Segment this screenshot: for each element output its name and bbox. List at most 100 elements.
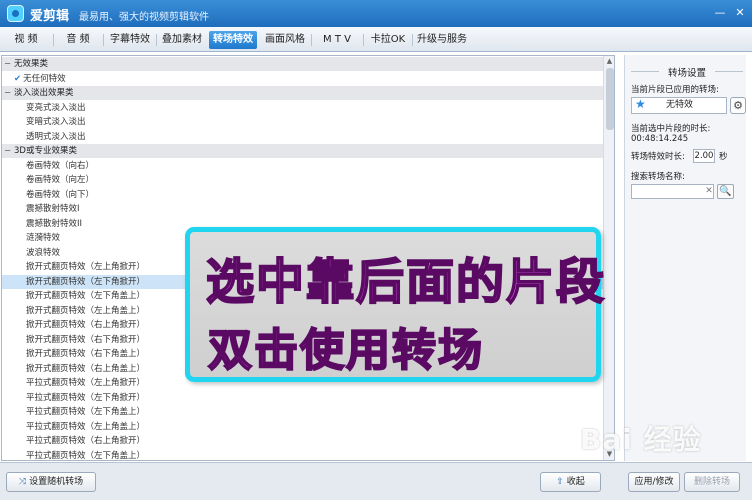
list-item[interactable]: 平拉式翻页特效（左上角盖上） — [2, 420, 604, 434]
list-item-label: 卷画特效（向右） — [26, 160, 95, 171]
scroll-thumb[interactable] — [606, 68, 614, 130]
applied-transition-value: 无特效 — [666, 100, 694, 110]
list-item[interactable]: 透明式淡入淡出 — [2, 130, 604, 144]
list-item-label: 掀开式翻页特效（左下角掀开） — [26, 276, 146, 287]
minimize-icon[interactable]: — — [712, 5, 728, 20]
search-label: 搜索转场名称: — [631, 172, 685, 182]
effect-duration-input[interactable]: 2.00 — [693, 149, 715, 163]
tab-overlay-material[interactable]: 叠加素材 — [158, 31, 206, 49]
tab-upgrade-service[interactable]: 升级与服务 — [414, 31, 470, 49]
tab-bar: 视 频 音 频 字幕特效 叠加素材 转场特效 画面风格 M T V 卡拉OK 升… — [0, 27, 752, 52]
list-item[interactable]: 卷画特效（向下） — [2, 188, 604, 202]
list-item[interactable]: 卷画特效（向左） — [2, 173, 604, 187]
list-item[interactable]: 平拉式翻页特效（左下角盖上） — [2, 405, 604, 419]
list-item[interactable]: 变亮式淡入淡出 — [2, 101, 604, 115]
collapse-button[interactable]: ⇧ 收起 — [540, 472, 601, 492]
list-group-header[interactable]: − 淡入淡出效果类 — [2, 86, 604, 100]
random-transition-label: 设置随机转场 — [29, 477, 84, 487]
list-item[interactable]: 变暗式淡入淡出 — [2, 115, 604, 129]
list-item-label: 震撼散射特效I — [26, 204, 80, 214]
list-item-label: 平拉式翻页特效（左下角掀开） — [26, 392, 146, 403]
clear-icon[interactable]: ✕ — [704, 184, 714, 199]
list-item-label: 波浪特效 — [26, 247, 61, 258]
effect-duration-label: 转场特效时长: — [631, 152, 685, 162]
list-item[interactable]: 平拉式翻页特效（左下角掀开） — [2, 391, 604, 405]
instruction-callout: 选中靠后面的片段 双击使用转场 — [185, 227, 605, 382]
star-icon: ★ — [635, 97, 646, 111]
search-icon[interactable]: 🔍 — [717, 184, 734, 199]
tab-separator — [53, 34, 54, 46]
check-icon: ✔ — [14, 73, 22, 84]
app-subtitle: 最易用、强大的视频剪辑软件 — [79, 12, 209, 23]
list-item[interactable]: 卷画特效（向右） — [2, 159, 604, 173]
delete-transition-button[interactable]: 删除转场 — [684, 472, 740, 492]
arrow-up-icon: ⇧ — [556, 477, 564, 487]
gear-icon[interactable]: ⚙ — [730, 97, 746, 114]
collapse-toggle-icon[interactable]: − — [4, 57, 14, 71]
list-item-label: 卷画特效（向下） — [26, 189, 95, 200]
tab-separator — [363, 34, 364, 46]
title-bar: 爱剪辑 最易用、强大的视频剪辑软件 — ✕ — [0, 0, 752, 27]
list-item-label: 掀开式翻页特效（左上角掀开） — [26, 262, 146, 272]
shuffle-icon: ⤨ — [18, 477, 27, 487]
tab-separator — [311, 34, 312, 46]
list-item-label: 掀开式翻页特效（右上角盖上） — [26, 363, 146, 374]
list-group-header[interactable]: −3D或专业效果类 — [2, 144, 604, 158]
list-item-label: 平拉式翻页特效（左下角盖上） — [26, 450, 146, 461]
clip-duration-label: 当前选中片段的时长: — [631, 124, 711, 134]
collapse-toggle-icon[interactable]: − — [4, 86, 14, 100]
collapse-label: 收起 — [566, 477, 585, 487]
list-item-label: 掀开式翻页特效（右下角盖上） — [26, 349, 146, 359]
list-item-label: 掀开式翻页特效（右下角掀开） — [26, 334, 146, 345]
tab-picture-style[interactable]: 画面风格 — [261, 31, 309, 49]
list-item-label: 无效果类 — [14, 59, 49, 69]
applied-label: 当前片段已应用的转场: — [631, 85, 719, 95]
list-item[interactable]: 震撼散射特效I — [2, 202, 604, 216]
app-title: 爱剪辑 — [30, 9, 70, 24]
transition-settings-panel: 转场设置 当前片段已应用的转场: ★ 无特效 ⚙ 当前选中片段的时长: 00:4… — [624, 55, 746, 461]
collapse-toggle-icon[interactable]: − — [4, 144, 14, 158]
tab-karaoke[interactable]: 卡拉OK — [366, 31, 410, 49]
tab-separator — [156, 34, 157, 46]
tab-mtv[interactable]: M T V — [314, 31, 360, 49]
list-item[interactable]: 平拉式翻页特效（左下角盖上） — [2, 449, 604, 461]
list-item-label: 卷画特效（向左） — [26, 175, 95, 185]
clip-duration-value: 00:48:14.245 — [631, 134, 689, 144]
list-item-label: 平拉式翻页特效（左上角掀开） — [26, 378, 146, 388]
close-icon[interactable]: ✕ — [732, 5, 748, 20]
callout-line-2: 双击使用转场 — [207, 324, 484, 377]
list-item[interactable]: 平拉式翻页特效（右上角掀开） — [2, 434, 604, 448]
list-item-label: 涟漪特效 — [26, 233, 61, 243]
list-item-label: 淡入淡出效果类 — [14, 88, 74, 98]
list-item[interactable]: ✔ 无任何特效 — [2, 72, 604, 86]
bottom-toolbar: ⤨ 设置随机转场 ⇧ 收起 应用/修改 删除转场 — [0, 462, 752, 500]
list-item-label: 震撼散射特效II — [26, 218, 83, 229]
list-item-label: 掀开式翻页特效（右上角掀开） — [26, 320, 146, 330]
applied-transition-field: ★ 无特效 — [631, 97, 727, 114]
list-item-label: 无任何特效 — [23, 73, 66, 84]
list-item-label: 平拉式翻页特效（左上角盖上） — [26, 421, 146, 432]
tab-separator — [412, 34, 413, 46]
list-item-label: 掀开式翻页特效（左上角盖上） — [26, 305, 146, 316]
random-transition-button[interactable]: ⤨ 设置随机转场 — [6, 472, 96, 492]
search-input[interactable] — [631, 184, 714, 199]
list-item-label: 平拉式翻页特效（左下角盖上） — [26, 407, 146, 417]
scroll-up-icon[interactable]: ▲ — [604, 56, 614, 67]
app-logo-icon — [7, 5, 24, 22]
tab-audio[interactable]: 音 频 — [58, 31, 98, 49]
callout-line-1: 选中靠后面的片段 — [205, 253, 607, 311]
list-item-label: 变亮式淡入淡出 — [26, 102, 86, 113]
list-item-label: 掀开式翻页特效（左下角盖上） — [26, 291, 146, 301]
effect-duration-unit: 秒 — [719, 152, 728, 162]
list-item-label: 透明式淡入淡出 — [26, 131, 86, 142]
list-item-label: 变暗式淡入淡出 — [26, 117, 86, 127]
apply-modify-button[interactable]: 应用/修改 — [628, 472, 680, 492]
tab-separator — [103, 34, 104, 46]
tab-subtitle-effects[interactable]: 字幕特效 — [106, 31, 154, 49]
tab-transition-effects[interactable]: 转场特效 — [209, 31, 257, 49]
list-item-label: 平拉式翻页特效（右上角掀开） — [26, 436, 146, 446]
settings-title: 转场设置 — [631, 65, 743, 79]
tab-video[interactable]: 视 频 — [6, 31, 46, 49]
list-group-header[interactable]: − 无效果类 — [2, 57, 604, 71]
list-item-label: 3D或专业效果类 — [14, 146, 77, 156]
